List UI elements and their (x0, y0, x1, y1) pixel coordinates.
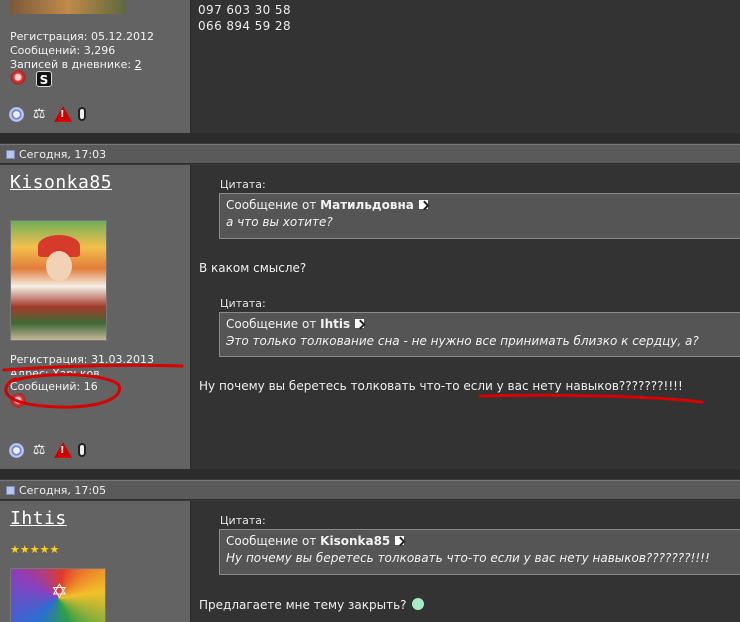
post-icon (6, 486, 15, 495)
quote-source: Сообщение от Ihtis (226, 316, 740, 333)
quote-label: Цитата: (220, 514, 266, 527)
post-icon (6, 150, 15, 159)
radio-icon[interactable] (9, 442, 24, 458)
quote-author: Ihtis (320, 317, 351, 331)
quote-source: Сообщение от Матильдовна (226, 197, 740, 214)
warning-icon[interactable]: ! (54, 442, 72, 458)
view-post-arrow-icon[interactable] (394, 535, 406, 546)
post0-userinfo: Регистрация: 05.12.2012 Сообщений: 3,296… (0, 0, 191, 133)
post-separator (0, 469, 740, 479)
quote-text: Это только толкование сна - не нужно все… (226, 334, 699, 348)
radio-icon[interactable] (9, 106, 24, 122)
quote-box: Сообщение от Kisonka85 Ну почему вы бере… (219, 529, 740, 575)
flower-icon[interactable] (10, 393, 30, 411)
post-message: Предлагаете мне тему закрыть? (199, 597, 425, 612)
post2-avatar[interactable]: ✡ (10, 568, 106, 622)
post-date: Сегодня, 17:05 (19, 484, 107, 497)
post-date: Сегодня, 17:03 (19, 148, 107, 161)
post-message: Ну почему вы беретесь толковать что-то е… (199, 379, 683, 393)
post1-avatar[interactable] (10, 220, 107, 341)
post0-user-details: Регистрация: 05.12.2012 Сообщений: 3,296… (10, 30, 154, 72)
post0-action-icons: ⚖ ! (9, 106, 86, 122)
paperclip-icon[interactable] (78, 443, 86, 457)
message-count: Сообщений: 16 (10, 380, 98, 393)
flower-icon[interactable] (10, 70, 30, 88)
avatar-face (46, 251, 72, 281)
phone-2: 066 894 59 28 (198, 19, 291, 33)
post0-avatar[interactable] (10, 0, 126, 14)
scale-icon[interactable]: ⚖ (30, 106, 48, 122)
view-post-arrow-icon[interactable] (417, 199, 429, 210)
view-post-arrow-icon[interactable] (354, 318, 366, 329)
quote-author: Kisonka85 (320, 534, 391, 548)
scale-icon[interactable]: ⚖ (30, 442, 48, 458)
post2-header: Сегодня, 17:05 (0, 480, 740, 500)
registration-date: Регистрация: 05.12.2012 (10, 30, 154, 43)
quote-author: Матильдовна (320, 198, 414, 212)
post-message: В каком смысле? (199, 261, 307, 275)
quote-text: а что вы хотите? (226, 215, 333, 229)
registration-date: Регистрация: 31.03.2013 (10, 353, 154, 366)
quote-box: Сообщение от Матильдовна а что вы хотите… (219, 193, 740, 239)
avatar-star: ✡ (51, 579, 68, 603)
quote-label: Цитата: (220, 178, 266, 191)
skype-icon[interactable]: S (36, 71, 52, 87)
reputation-stars: ★★★★★ (10, 543, 60, 556)
post0-signature: 097 603 30 58 066 894 59 28 (198, 2, 291, 34)
smiley-icon (410, 597, 425, 611)
phone-1: 097 603 30 58 (198, 3, 291, 17)
post1-user-details: Регистрация: 31.03.2013 Адрес: Харьков С… (10, 353, 154, 394)
message-count: Сообщений: 3,296 (10, 44, 116, 57)
post1-contact-icons (10, 393, 30, 411)
post-separator (0, 133, 740, 143)
post0-contact-icons: S (10, 70, 52, 88)
address: Адрес: Харьков (10, 367, 100, 375)
post1-action-icons: ⚖ ! (9, 442, 86, 458)
quote-label: Цитата: (220, 297, 266, 310)
username-link[interactable]: Ihtis (10, 508, 67, 529)
paperclip-icon[interactable] (78, 107, 86, 121)
quote-box: Сообщение от Ihtis Это только толкование… (219, 312, 740, 357)
quote-text: Ну почему вы беретесь толковать что-то е… (226, 551, 710, 565)
warning-icon[interactable]: ! (54, 106, 72, 122)
quote-source: Сообщение от Kisonka85 (226, 533, 740, 550)
username-link[interactable]: Kisonka85 (10, 172, 112, 193)
diary-count-link[interactable]: 2 (135, 58, 142, 71)
post1-header: Сегодня, 17:03 (0, 144, 740, 164)
